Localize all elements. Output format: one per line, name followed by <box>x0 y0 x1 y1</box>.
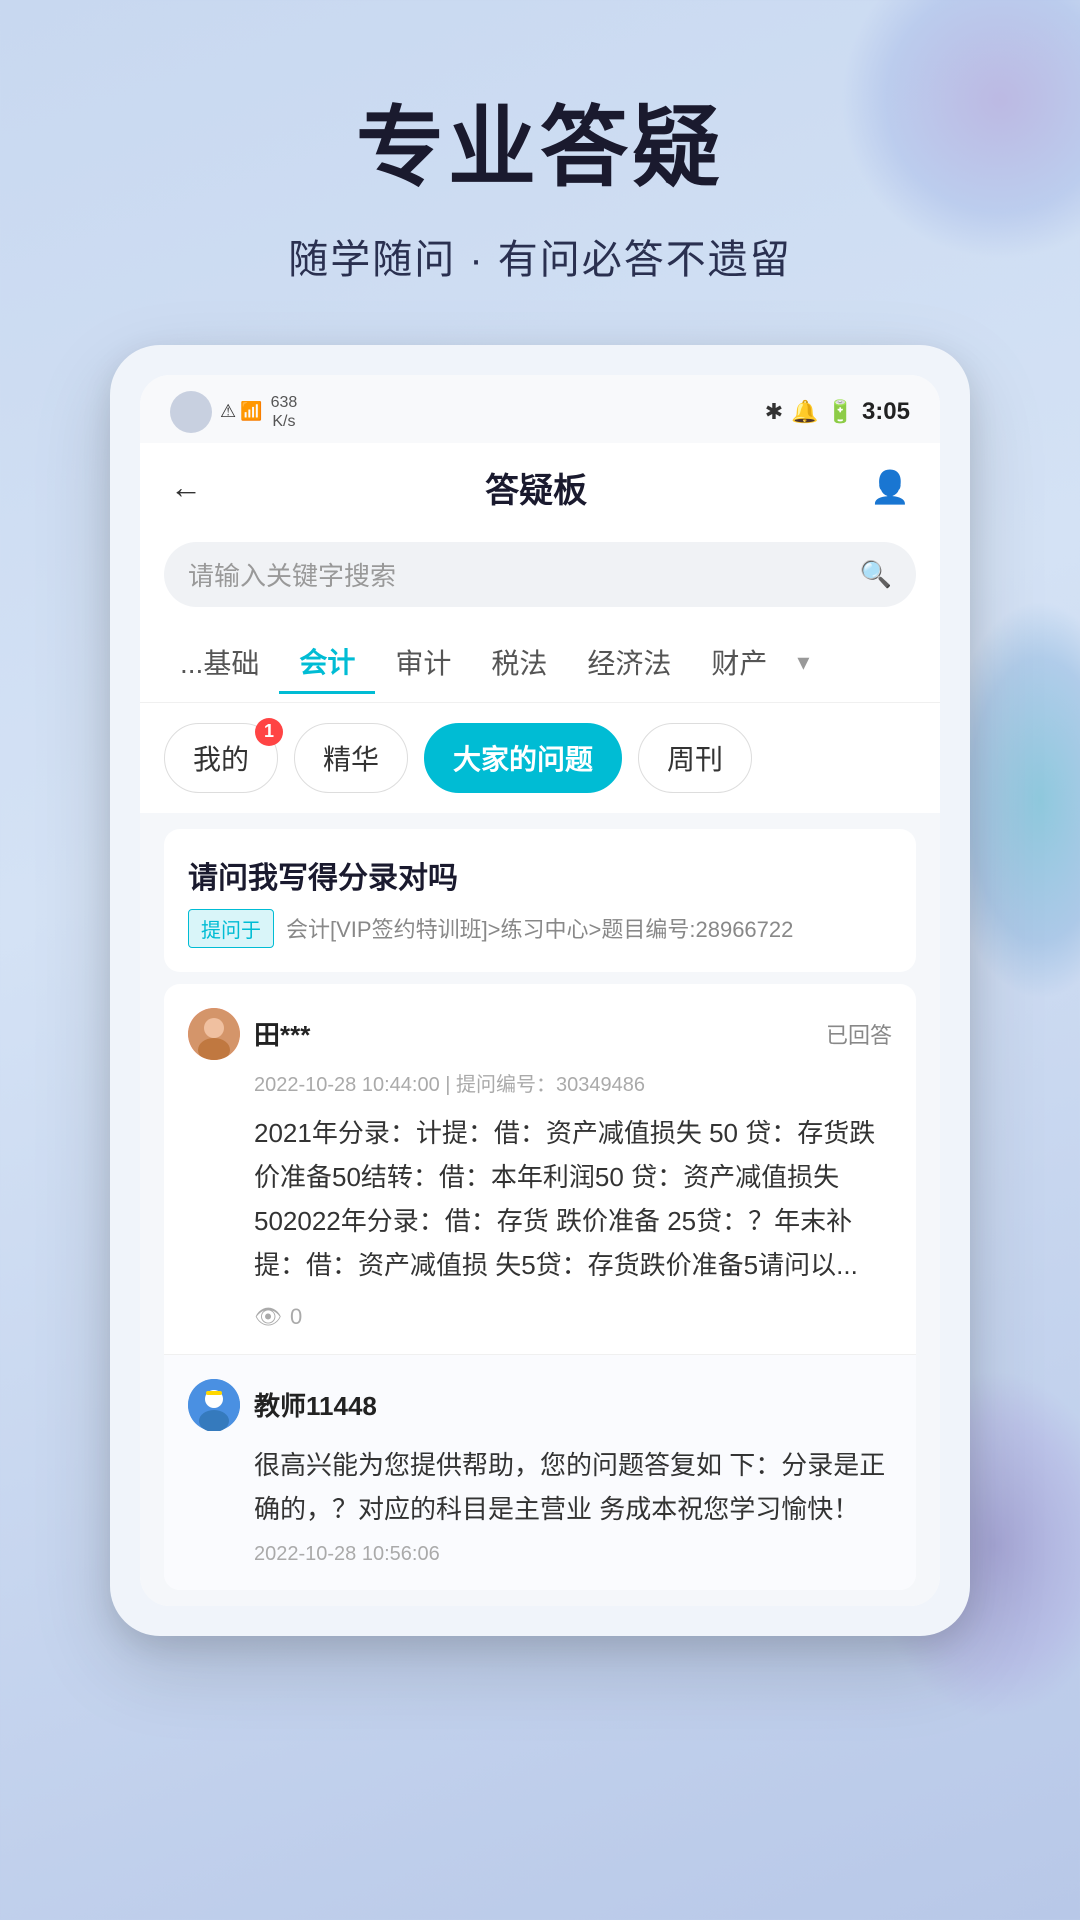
profile-icon[interactable]: 👤 <box>870 468 910 506</box>
filter-tab-mine[interactable]: 我的 1 <box>164 723 278 793</box>
status-bar: ⚠ 📶 638 K/s ✱ 🔔 🔋 3:05 <box>140 375 940 443</box>
content-area: 请问我写得分录对吗 提问于 会计[VIP签约特训班]>练习中心>题目编号:289… <box>140 813 940 1606</box>
search-icon: 🔍 <box>860 559 892 590</box>
search-bar[interactable]: 请输入关键字搜索 🔍 <box>164 542 916 607</box>
bluetooth-icon: ✱ <box>765 399 783 425</box>
hero-subtitle: 随学随问 · 有问必答不遗留 <box>0 227 1080 285</box>
page-title: 答疑板 <box>485 463 587 512</box>
teacher-timestamp: 2022-10-28 10:56:06 <box>254 1543 892 1566</box>
teacher-header: 教师11448 <box>188 1379 892 1431</box>
hero-title: 专业答疑 <box>0 100 1080 197</box>
status-icons: ⚠ 📶 <box>220 401 263 422</box>
view-count: 👁 0 <box>254 1304 892 1330</box>
question-card: 请问我写得分录对吗 提问于 会计[VIP签约特训班]>练习中心>题目编号:289… <box>164 829 916 972</box>
teacher-reply: 教师11448 很高兴能为您提供帮助，您的问题答复如 下：分录是正确的，？对应的… <box>164 1355 916 1590</box>
teacher-content: 很高兴能为您提供帮助，您的问题答复如 下：分录是正确的，？对应的科目是主营业 务… <box>254 1443 892 1531</box>
sound-icon: 🔔 <box>791 399 818 425</box>
category-tab-audit[interactable]: 审计 <box>375 632 471 692</box>
question-source-text: 会计[VIP签约特训班]>练习中心>题目编号:28966722 <box>286 912 793 944</box>
hero-section: 专业答疑 随学随问 · 有问必答不遗留 <box>0 0 1080 345</box>
user-avatar <box>188 1008 240 1060</box>
category-tab-economic-law[interactable]: 经济法 <box>567 632 691 692</box>
search-container: 请输入关键字搜索 🔍 <box>140 532 940 623</box>
phone-screen: ⚠ 📶 638 K/s ✱ 🔔 🔋 3:05 ← <box>140 375 940 1606</box>
status-right: ✱ 🔔 🔋 3:05 <box>765 398 910 426</box>
battery-icon: 🔋 <box>827 399 854 425</box>
filter-tab-featured[interactable]: 精华 <box>294 723 408 793</box>
status-avatar <box>170 391 212 433</box>
teacher-name: 教师11448 <box>254 1386 377 1423</box>
wifi-icon: 📶 <box>240 401 262 422</box>
user-timestamp: 2022-10-28 10:44:00 | 提问编号：30349486 <box>254 1068 892 1097</box>
view-number: 0 <box>290 1304 302 1330</box>
question-source-tag: 提问于 <box>188 909 274 948</box>
user-info: 田*** <box>188 1008 310 1060</box>
status-speed: 638 K/s <box>271 393 298 431</box>
category-tab-finance[interactable]: 财产 <box>691 632 787 692</box>
warning-icon: ⚠ <box>220 401 236 422</box>
user-name: 田*** <box>254 1015 310 1052</box>
category-tabs: ...基础 会计 审计 税法 经济法 财产 ▾ <box>140 623 940 703</box>
teacher-avatar <box>188 1379 240 1431</box>
back-button[interactable]: ← <box>170 469 202 506</box>
search-placeholder: 请输入关键字搜索 <box>188 556 848 593</box>
eye-icon: 👁 <box>254 1304 282 1330</box>
user-question: 田*** 已回答 2022-10-28 10:44:00 | 提问编号：3034… <box>164 984 916 1355</box>
filter-tabs: 我的 1 精华 大家的问题 周刊 <box>140 703 940 813</box>
phone-mockup: ⚠ 📶 638 K/s ✱ 🔔 🔋 3:05 ← <box>110 345 970 1636</box>
status-time: 3:05 <box>862 398 910 426</box>
answer-section: 田*** 已回答 2022-10-28 10:44:00 | 提问编号：3034… <box>164 984 916 1590</box>
category-tab-accounting[interactable]: 会计 <box>279 631 375 694</box>
answered-badge: 已回答 <box>826 1018 892 1050</box>
nav-bar: ← 答疑板 👤 <box>140 443 940 532</box>
user-content: 2021年分录：计提：借：资产减值损失 50 贷：存货跌价准备50结转：借：本年… <box>254 1111 892 1288</box>
category-tab-tax[interactable]: 税法 <box>471 632 567 692</box>
category-tab-basics[interactable]: ...基础 <box>160 632 279 692</box>
mine-badge: 1 <box>255 718 283 746</box>
filter-tab-weekly[interactable]: 周刊 <box>638 723 752 793</box>
category-more-icon[interactable]: ▾ <box>787 638 819 687</box>
filter-tab-all-questions[interactable]: 大家的问题 <box>424 723 622 793</box>
question-title: 请问我写得分录对吗 <box>188 853 892 897</box>
user-header: 田*** 已回答 <box>188 1008 892 1060</box>
question-meta: 提问于 会计[VIP签约特训班]>练习中心>题目编号:28966722 <box>188 909 892 948</box>
phone-wrapper: ⚠ 📶 638 K/s ✱ 🔔 🔋 3:05 ← <box>0 345 1080 1636</box>
status-left: ⚠ 📶 638 K/s <box>170 391 297 433</box>
